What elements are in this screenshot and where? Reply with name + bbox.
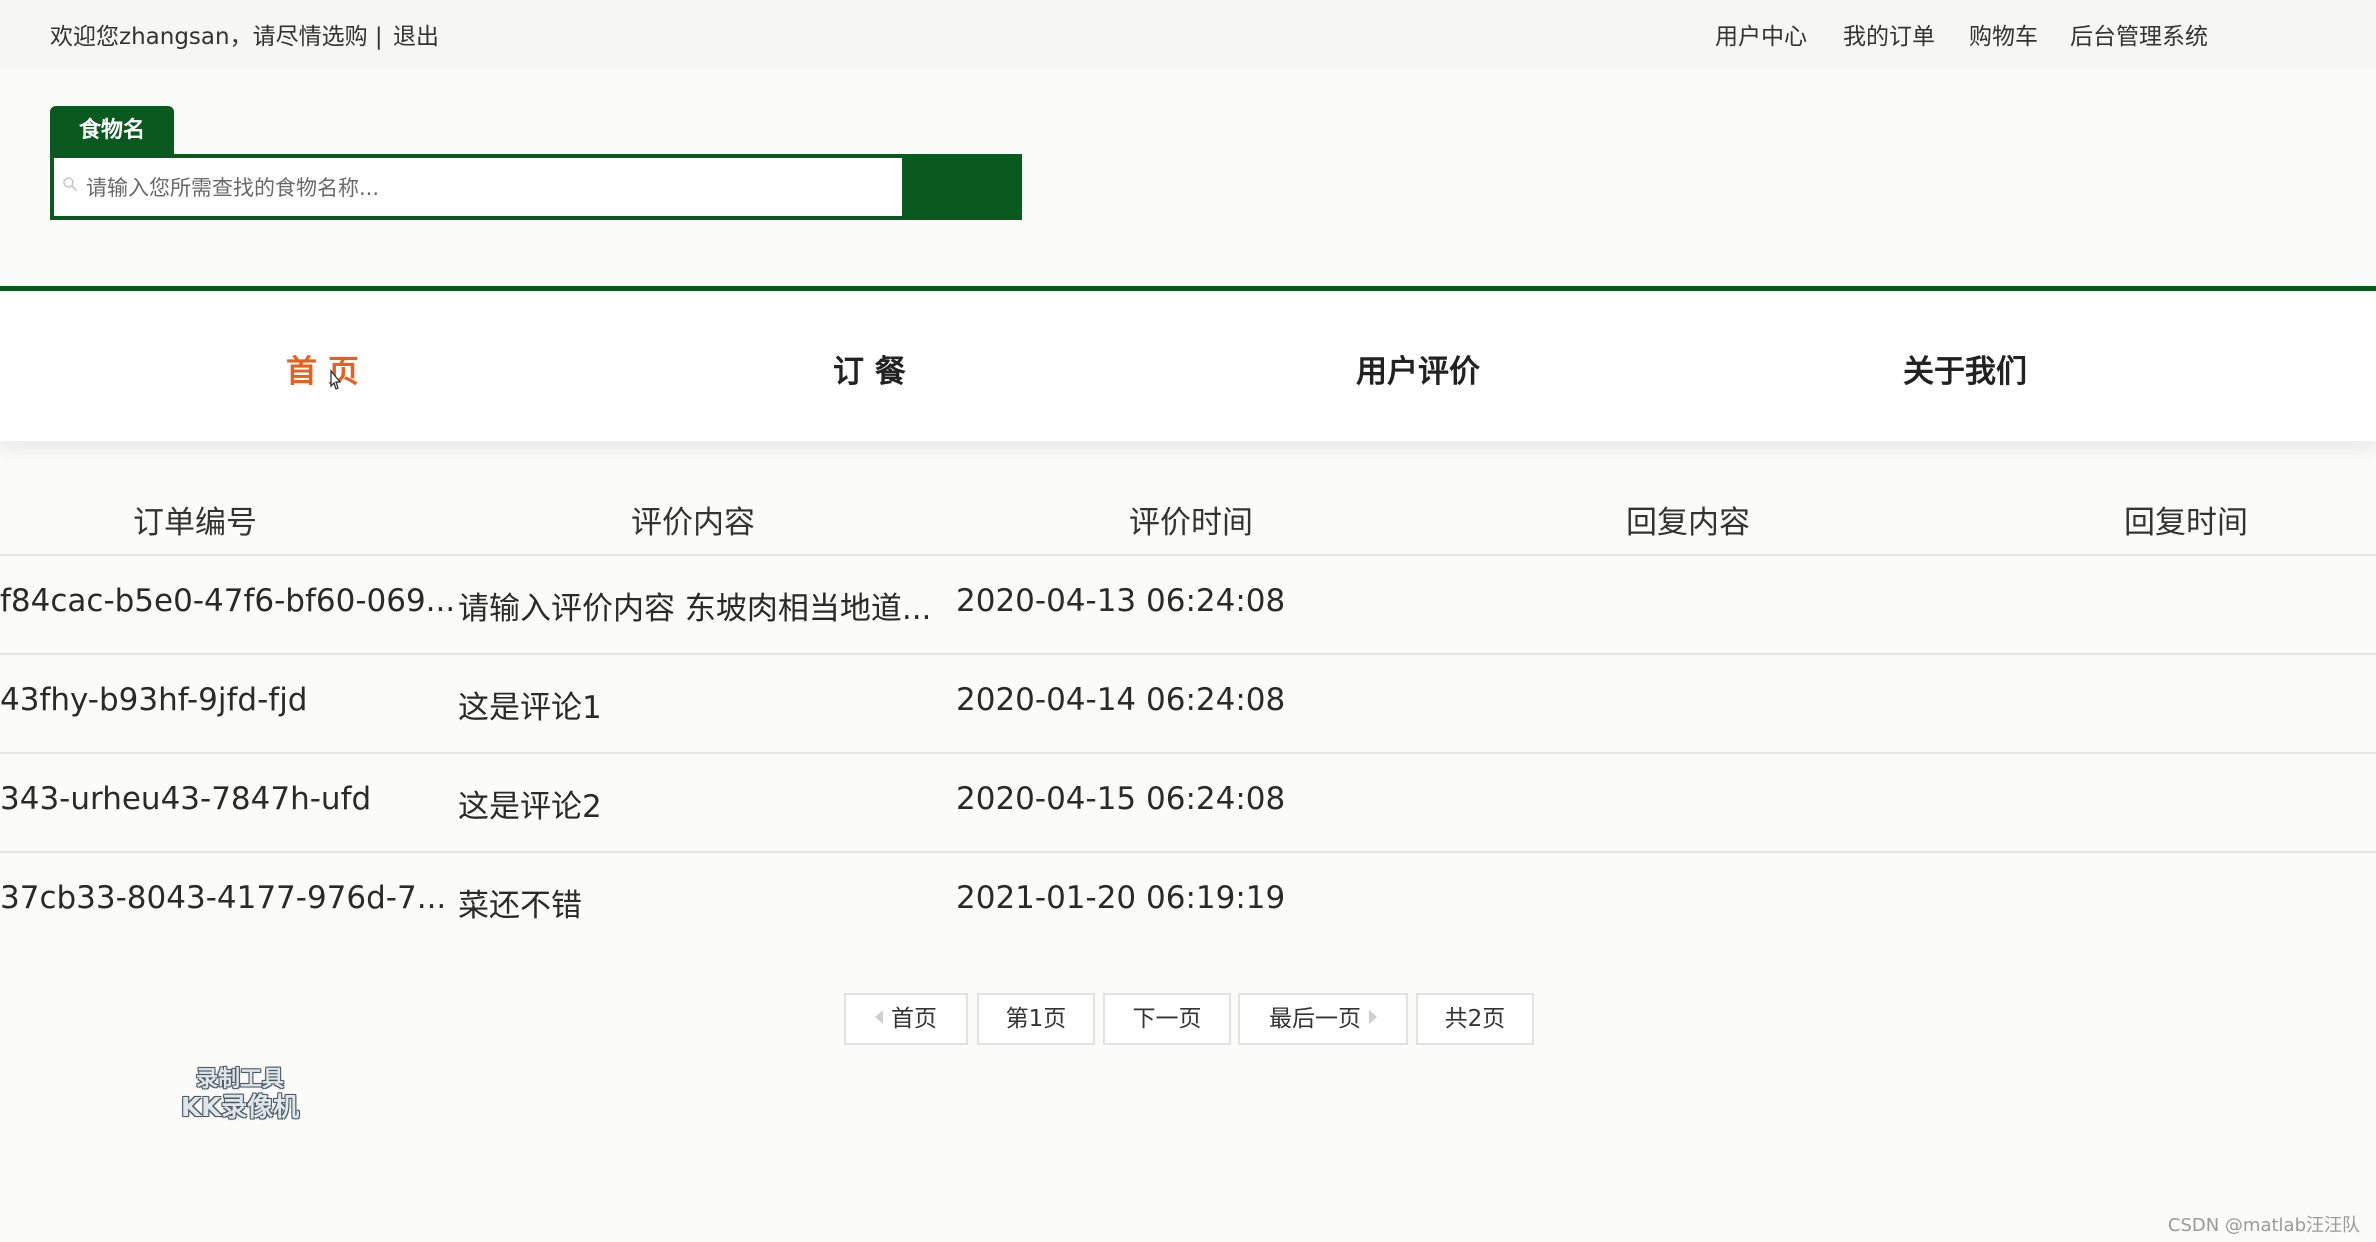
header-order-id: 订单编号 — [133, 505, 257, 541]
review-time-cell: 2020-04-15 06:24:08 — [956, 781, 1286, 817]
nav-about-us[interactable]: 关于我们 — [1903, 346, 2027, 391]
review-time-cell: 2020-04-13 06:24:08 — [956, 583, 1286, 619]
pagination-first-label: 首页 — [891, 1006, 937, 1032]
pagination-total-label: 共2页 — [1444, 1006, 1506, 1032]
review-content-cell: 请输入评价内容 东坡肉相当地道... — [458, 591, 932, 627]
table-row: 43fhy-b93hf-9jfd-fjd 这是评论1 2020-04-14 06… — [0, 655, 2376, 754]
table-row: f84cac-b5e0-47f6-bf60-069... 请输入评价内容 东坡肉… — [0, 556, 2376, 655]
order-id-cell: f84cac-b5e0-47f6-bf60-069... — [0, 583, 456, 619]
nav-home[interactable]: 首 页 — [286, 346, 359, 391]
pagination-total-pages: 共2页 — [1416, 993, 1534, 1045]
next-arrow-icon — [1369, 1009, 1377, 1024]
admin-system-link[interactable]: 后台管理系统 — [2070, 17, 2208, 51]
search-category-tab[interactable]: 食物名 — [50, 106, 174, 154]
reviews-table-header: 订单编号 评价内容 评价时间 回复内容 回复时间 — [0, 480, 2376, 558]
table-row: 343-urheu43-7847h-ufd 这是评论2 2020-04-15 0… — [0, 754, 2376, 853]
nav-user-reviews[interactable]: 用户评价 — [1356, 346, 1480, 391]
csdn-watermark: CSDN @matlab汪汪队 — [2167, 1215, 2360, 1236]
main-nav: 首 页 订 餐 用户评价 关于我们 — [0, 291, 2376, 441]
pagination-last-button[interactable]: 最后一页 — [1238, 993, 1408, 1045]
prev-arrow-icon — [875, 1009, 883, 1024]
order-id-cell: 37cb33-8043-4177-976d-7... — [0, 880, 447, 916]
header-reply-content: 回复内容 — [1626, 505, 1750, 541]
pagination-current-label: 第1页 — [1005, 1006, 1067, 1032]
cart-link[interactable]: 购物车 — [1969, 17, 2038, 51]
search-box — [50, 154, 954, 220]
order-id-cell: 43fhy-b93hf-9jfd-fjd — [0, 682, 308, 718]
pagination-next-label: 下一页 — [1132, 1006, 1202, 1032]
review-content-cell: 菜还不错 — [458, 888, 582, 924]
logout-link[interactable]: 退出 — [393, 17, 439, 51]
table-row: 37cb33-8043-4177-976d-7... 菜还不错 2021-01-… — [0, 853, 2376, 950]
pagination-last-label: 最后一页 — [1269, 1006, 1361, 1032]
pagination-current-page[interactable]: 第1页 — [977, 993, 1095, 1045]
search-icon — [63, 177, 78, 192]
pagination-next-button[interactable]: 下一页 — [1103, 993, 1231, 1045]
my-orders-link[interactable]: 我的订单 — [1843, 17, 1935, 51]
recorder-watermark-logo: 录制工具 KK录像机 — [180, 1067, 300, 1123]
welcome-text: 欢迎您zhangsan，请尽情选购 | — [50, 24, 383, 50]
header-review-content: 评价内容 — [631, 505, 755, 541]
review-content-cell: 这是评论1 — [458, 690, 602, 726]
search-button[interactable] — [902, 154, 1022, 220]
user-center-link[interactable]: 用户中心 — [1715, 17, 1807, 51]
nav-order-food[interactable]: 订 餐 — [833, 346, 906, 391]
review-time-cell: 2020-04-14 06:24:08 — [956, 682, 1286, 718]
order-id-cell: 343-urheu43-7847h-ufd — [0, 781, 372, 817]
search-input[interactable] — [84, 158, 948, 218]
pagination-first-button[interactable]: 首页 — [844, 993, 968, 1045]
header-review-time: 评价时间 — [1129, 505, 1253, 541]
top-bar: 欢迎您zhangsan，请尽情选购 | 退出 用户中心 我的订单 购物车 后台管… — [0, 0, 2376, 70]
header-reply-time: 回复时间 — [2124, 505, 2248, 541]
review-content-cell: 这是评论2 — [458, 789, 602, 825]
mouse-cursor-icon — [330, 369, 342, 390]
review-time-cell: 2021-01-20 06:19:19 — [956, 880, 1286, 916]
